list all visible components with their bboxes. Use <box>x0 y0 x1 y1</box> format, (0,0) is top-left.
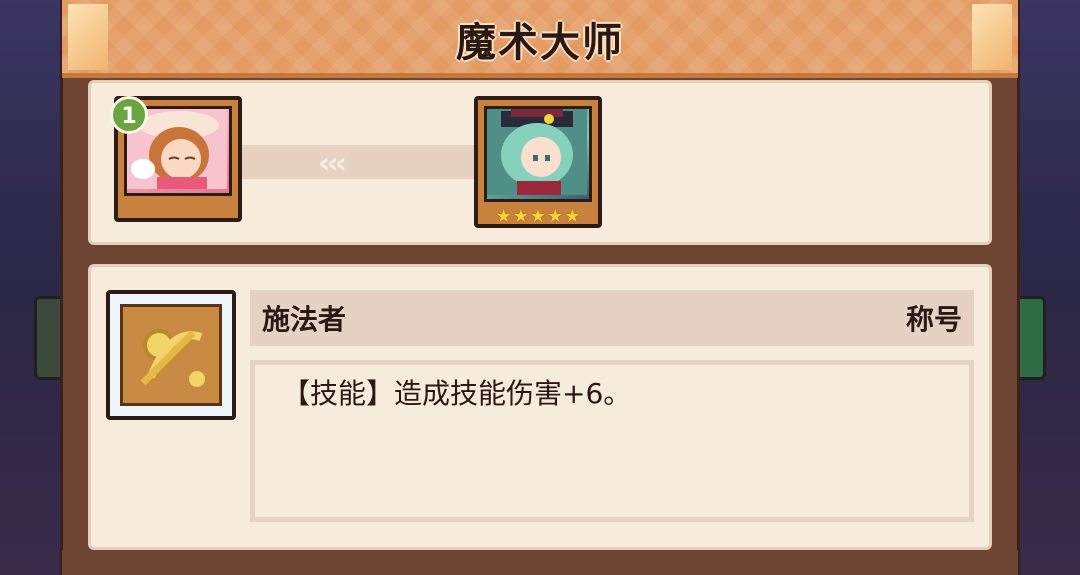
star-icon: ★ <box>495 206 512 227</box>
evolution-track <box>236 145 478 179</box>
star-icon: ★ <box>547 206 564 227</box>
background-left <box>0 0 60 575</box>
skill-icon-frame[interactable] <box>106 290 236 420</box>
skill-name: 施法者 <box>262 303 347 336</box>
level-badge: 1 <box>110 96 148 134</box>
star-icon: ★ <box>512 206 529 227</box>
evolution-arrows: ‹‹‹ <box>318 146 347 181</box>
star-rating: ★ ★ ★ ★ ★ <box>482 206 594 228</box>
skill-name-bar <box>250 290 974 346</box>
skill-tag: 称号 <box>905 303 962 336</box>
dialog-title: 魔术大师 <box>456 20 624 66</box>
character-portrait-evolved <box>484 106 592 202</box>
star-icon: ★ <box>564 206 581 227</box>
background-right <box>1020 0 1080 575</box>
star-icon: ★ <box>529 206 547 227</box>
dialog-footer <box>62 550 1018 575</box>
magician-portrait-icon <box>487 109 587 195</box>
skill-description: 【技能】造成技能伤害+6。 <box>282 377 632 410</box>
skill-icon-background <box>120 304 222 406</box>
dialog-header: 魔术大师 <box>62 0 1018 78</box>
ring-wand-icon <box>140 329 205 387</box>
